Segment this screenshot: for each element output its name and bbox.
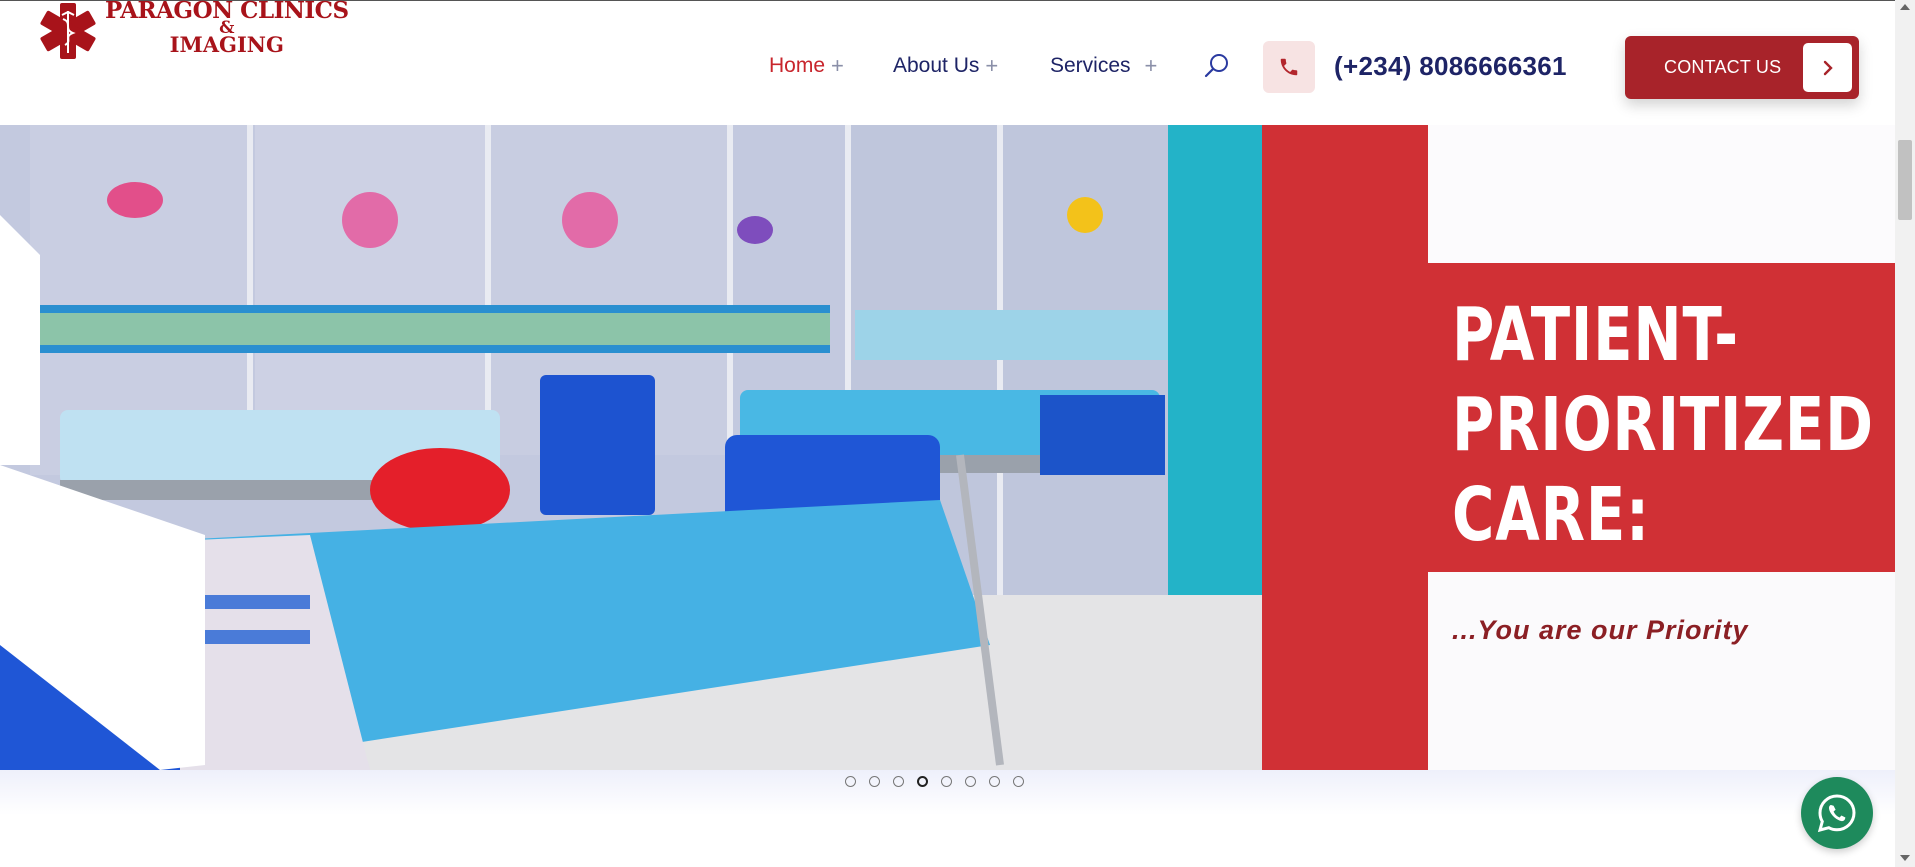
plus-icon: +: [985, 53, 999, 78]
brand-line-3: IMAGING: [169, 32, 284, 57]
scrollbar-thumb[interactable]: [1898, 140, 1912, 220]
search-button[interactable]: [1202, 51, 1232, 81]
slider-dot-active[interactable]: [917, 776, 928, 787]
whatsapp-icon: [1817, 794, 1856, 833]
hero-tagline: ...You are our Priority: [1452, 615, 1749, 645]
promo-panel-bottom: [1428, 572, 1895, 770]
brand-name: PARAGON CLINICS & IMAGING: [105, 0, 349, 57]
slider-dot[interactable]: [1013, 776, 1024, 787]
phone-button[interactable]: [1263, 41, 1315, 93]
slider-dot[interactable]: [989, 776, 1000, 787]
scroll-down-arrow-icon[interactable]: [1900, 855, 1910, 861]
promo-panel-top: [1428, 125, 1895, 263]
slider-dot[interactable]: [869, 776, 880, 787]
nav-item-home[interactable]: Home +: [769, 53, 844, 79]
nav-item-label: Home: [769, 54, 826, 77]
contact-us-label: CONTACT US: [1664, 57, 1782, 77]
slider-dot[interactable]: [893, 776, 904, 787]
hero-headline-line-3: CARE:: [1452, 472, 1650, 558]
nav-item-about-us[interactable]: About Us +: [893, 53, 998, 79]
nav-item-services[interactable]: Services +: [1050, 53, 1157, 79]
nav-item-label: About Us: [893, 54, 980, 77]
medical-star-logo-icon: [40, 3, 96, 59]
contact-us-button[interactable]: CONTACT US: [1625, 36, 1859, 99]
hero-headline-line-1: PATIENT-: [1452, 292, 1739, 378]
hero-headline-line-2: PRIORITIZED: [1452, 382, 1874, 468]
whatsapp-chat-button[interactable]: [1801, 777, 1873, 849]
slider-dot[interactable]: [845, 776, 856, 787]
brand-logo[interactable]: PARAGON CLINICS & IMAGING: [33, 0, 349, 65]
chevron-right-icon: [1803, 43, 1852, 92]
slider-pagination: [845, 776, 1024, 787]
phone-number-link[interactable]: (+234) 8086666361: [1334, 51, 1567, 82]
search-icon: [1204, 54, 1228, 78]
phone-icon: [1280, 58, 1298, 76]
scroll-up-arrow-icon[interactable]: [1900, 4, 1910, 10]
slider-dot[interactable]: [965, 776, 976, 787]
hero-slider: PATIENT- PRIORITIZED CARE: ...You are ou…: [0, 125, 1895, 770]
vertical-scrollbar[interactable]: [1895, 0, 1915, 867]
plus-icon: +: [831, 53, 844, 78]
site-header: PARAGON CLINICS & IMAGING Home + About U…: [0, 0, 1895, 125]
hero-headline: PATIENT- PRIORITIZED CARE:: [1452, 290, 1874, 560]
nav-item-label: Services: [1050, 54, 1131, 77]
hero-photo: [0, 125, 1262, 770]
plus-icon: +: [1144, 53, 1158, 78]
slider-dot[interactable]: [941, 776, 952, 787]
